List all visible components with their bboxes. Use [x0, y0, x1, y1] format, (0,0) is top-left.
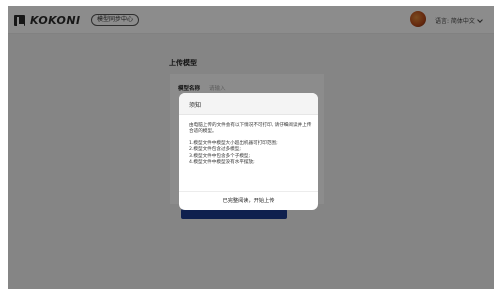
- list-item: 4.模型文件中模型没有水平摆放;: [189, 160, 255, 166]
- confirm-upload-button[interactable]: 已完整阅读，开始上传: [179, 192, 318, 210]
- dialog-body: 由电脑上传的文件会有以下情况不可打印, 请仔细阅读并上传合适的模型。 1.模型文…: [189, 123, 313, 166]
- dialog-footer: 已完整阅读，开始上传: [179, 191, 318, 210]
- app-window: KOKONI 模型同步中心 语言: 简体中文 上传模型 模型名称 请输入 须知 …: [8, 6, 494, 289]
- dialog-header: 须知: [179, 93, 318, 115]
- reason-list: 1.模型文件中模型大小超出机器可打印范围; 2.模型文件包含过多模型; 3.模型…: [189, 141, 313, 167]
- dialog-title: 须知: [189, 102, 202, 109]
- notice-dialog: 须知 由电脑上传的文件会有以下情况不可打印, 请仔细阅读并上传合适的模型。 1.…: [179, 93, 318, 210]
- dialog-intro: 由电脑上传的文件会有以下情况不可打印, 请仔细阅读并上传合适的模型。: [189, 123, 312, 135]
